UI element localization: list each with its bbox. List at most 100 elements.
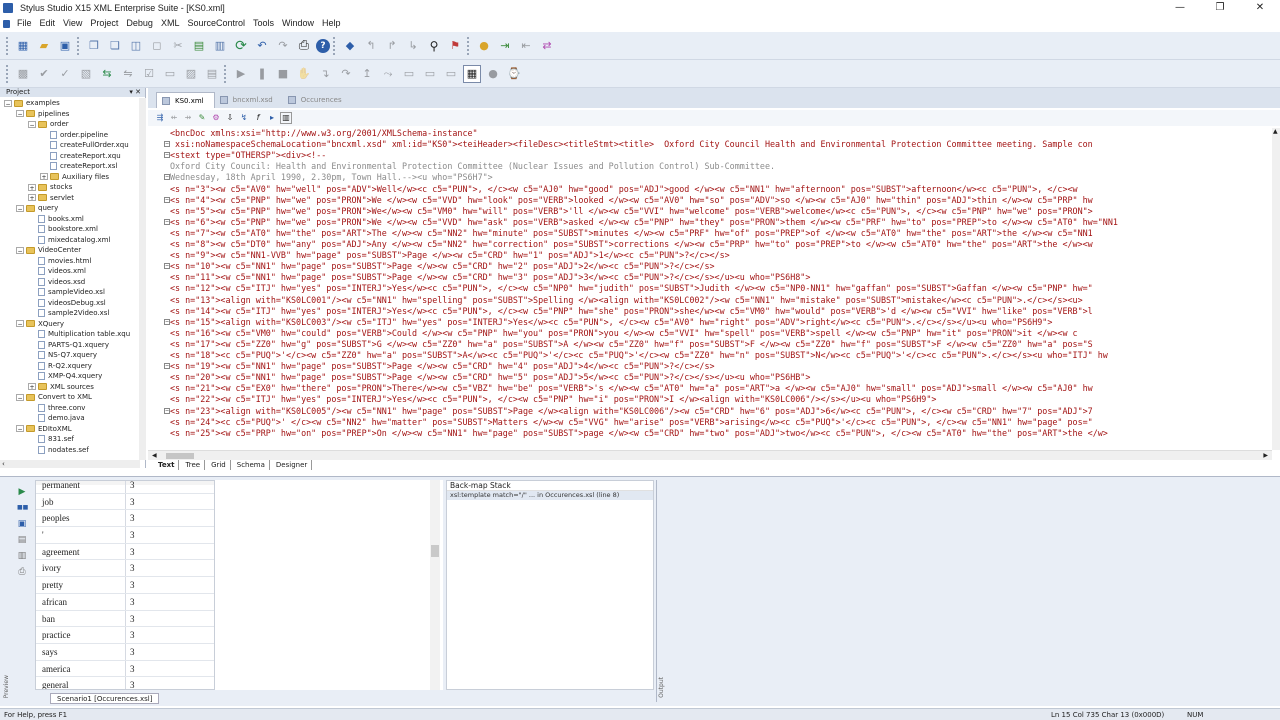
expander-icon[interactable]: − (16, 110, 24, 118)
table-row[interactable]: permanent 3 (36, 481, 214, 494)
code-line[interactable]: xsi:noNamespaceSchemaLocation="bncxml.xs… (170, 139, 1093, 150)
scroll-up-icon[interactable]: ▲ (1273, 128, 1278, 136)
tab-occurences[interactable]: Occurences (283, 92, 352, 108)
comment-xml-icon[interactable]: ⇸ (182, 112, 194, 124)
table-row[interactable]: pretty 3 (36, 577, 214, 594)
code-line[interactable]: <s n="17"><w c5="ZZ0" hw="g" pos="SUBST"… (170, 339, 1093, 350)
menu-sourcecontrol[interactable]: SourceControl (183, 16, 249, 31)
print-icon[interactable]: ⎙ (295, 37, 313, 55)
code-line[interactable]: <s n="19"><w c5="NN1" hw="page" pos="SUB… (170, 361, 715, 372)
tab-bncxml-xsd[interactable]: bncxml.xsd (215, 92, 283, 108)
code-line[interactable]: <s n="13"><align with="KS0LC001"/><w c5=… (170, 295, 1083, 306)
table-row[interactable]: ' 3 (36, 527, 214, 544)
scenario-icon[interactable]: ▣ (17, 519, 27, 529)
settings-icon[interactable]: ▤ (17, 535, 27, 545)
expander-icon[interactable]: − (28, 120, 36, 129)
code-line[interactable]: <s n="15"><align with="KS0LC003"/><w c5=… (170, 317, 1052, 328)
code-view[interactable]: − − − − − − − − − <bncDoc xmlns:xsi="http://www.… (148, 128, 1272, 450)
paste-icon[interactable]: ❏ (106, 37, 124, 55)
toolbar-grip[interactable] (6, 36, 10, 55)
expander-icon[interactable]: − (16, 393, 24, 402)
save-icon[interactable]: ▣ (56, 37, 74, 55)
debug-run-to-icon[interactable]: ⤳ (379, 65, 397, 83)
tree-item[interactable]: + Auxiliary files (0, 172, 140, 183)
export-icon[interactable]: ▤ (190, 37, 208, 55)
refresh-icon[interactable]: ⟳ (232, 37, 250, 55)
open-icon[interactable]: ▰ (35, 37, 53, 55)
tree-item[interactable]: books.xml (0, 214, 140, 225)
table-row[interactable]: says 3 (36, 643, 214, 661)
code-line[interactable]: <s n="7"><w c5="AT0" hw="the" pos="ART">… (170, 228, 1093, 239)
menu-file[interactable]: File (13, 16, 36, 31)
tree-item[interactable]: 831.sef (0, 434, 140, 445)
expander-icon[interactable]: − (16, 320, 24, 328)
maximize-button[interactable]: ❐ (1200, 0, 1240, 16)
clipboard-icon[interactable]: ▥ (211, 37, 229, 55)
debug-step-over-icon[interactable]: ↷ (337, 65, 355, 83)
code-line[interactable]: <s n="21"><w c5="EX0" hw="there" pos="PR… (170, 383, 1093, 394)
tree-item[interactable]: − EDItoXML (0, 424, 140, 435)
outdent-xml-icon[interactable]: ⇷ (168, 112, 180, 124)
tree-item[interactable]: three.conv (0, 403, 140, 414)
editor-vscrollbar[interactable]: ▲ (1272, 128, 1280, 450)
project-hscrollbar[interactable]: ‹ (0, 460, 140, 468)
code-line[interactable]: <s n="3"><w c5="AV0" hw="well" pos="ADV"… (170, 184, 1078, 195)
undo-icon[interactable]: ↶ (253, 37, 271, 55)
debug-step-out-icon[interactable]: ↥ (358, 65, 376, 83)
tag-icon[interactable]: ⇄ (538, 37, 556, 55)
find-icon[interactable]: ⚲ (425, 37, 443, 55)
code-line[interactable]: <s n="24"><c c5="PUQ">' </c><w c5="NN2" … (170, 417, 1093, 428)
code-line[interactable]: Oxford City Council: Health and Environm… (170, 161, 775, 172)
indent-icon[interactable]: ⇥ (496, 37, 514, 55)
go-to-icon[interactable]: ↯ (238, 112, 250, 124)
view-tab-designer[interactable]: Designer (272, 460, 313, 470)
table-row[interactable]: america 3 (36, 660, 214, 678)
format-icon[interactable]: ▸ (266, 112, 278, 124)
nav-back-icon[interactable]: ↰ (362, 37, 380, 55)
xml-check-icon[interactable]: ☑ (140, 65, 158, 83)
copy-icon[interactable]: ❐ (85, 37, 103, 55)
table-row[interactable]: job 3 (36, 493, 214, 511)
table-row[interactable]: african 3 (36, 593, 214, 611)
tree-item[interactable]: sampleVideo.xsl (0, 287, 140, 298)
function-icon[interactable]: f (252, 112, 264, 124)
table-row[interactable]: ban 3 (36, 610, 214, 628)
help-icon[interactable]: ? (316, 38, 330, 53)
xml-new-icon[interactable]: ▩ (14, 65, 32, 83)
breakpoint-icon[interactable]: ● (484, 65, 502, 83)
tree-item[interactable]: NS-Q7.xquery (0, 350, 140, 361)
editor-hscroll-thumb[interactable] (166, 453, 194, 459)
code-line[interactable]: <s n="11"><w c5="NN1" hw="page" pos="SUB… (170, 272, 810, 283)
tree-item[interactable]: movies.html (0, 256, 140, 267)
watch-icon[interactable]: ▭ (400, 65, 418, 83)
table-row[interactable]: ivory 3 (36, 560, 214, 578)
lock-icon[interactable]: ⎙ (17, 567, 27, 577)
tree-item[interactable]: + XML sources (0, 382, 140, 393)
menu-project[interactable]: Project (86, 16, 122, 31)
tree-item[interactable]: − pipelines (0, 109, 140, 120)
view-tab-grid[interactable]: Grid (207, 460, 231, 470)
tree-item[interactable]: R-Q2.xquery (0, 361, 140, 372)
preview-scroll-thumb[interactable] (431, 545, 439, 557)
tree-item[interactable]: videosDebug.xsl (0, 298, 140, 309)
expander-icon[interactable]: + (28, 383, 36, 391)
tree-item[interactable]: nodates.sef (0, 445, 140, 456)
bookmark-icon[interactable]: ◆ (341, 37, 359, 55)
xml-pretty-icon[interactable]: ▨ (182, 65, 200, 83)
code-line[interactable]: <s n="16"><w c5="VM0" hw="could" pos="VE… (170, 328, 1078, 339)
window-icon[interactable]: ◫ (127, 37, 145, 55)
close-doc-icon[interactable]: ◻ (148, 37, 166, 55)
cut-icon[interactable]: ✂ (169, 37, 187, 55)
variables-icon[interactable]: ▭ (421, 65, 439, 83)
code-line[interactable]: <bncDoc xmlns:xsi="http://www.w3.org/200… (170, 128, 478, 139)
tree-item[interactable]: − XQuery (0, 319, 140, 330)
tree-item[interactable]: − order (0, 119, 140, 130)
tree-item[interactable]: + stocks (0, 182, 140, 193)
expander-icon[interactable]: + (28, 194, 36, 202)
code-line[interactable]: <s n="9"><w c5="NN1-VVB" hw="page" pos="… (170, 250, 730, 261)
expander-icon[interactable]: − (16, 204, 24, 213)
xml-transform-icon[interactable]: ⇆ (98, 65, 116, 83)
code-line[interactable]: <stext type="OTHERSP"><div><!-- (170, 150, 326, 161)
code-line[interactable]: <s n="4"><w c5="PNP" hw="we" pos="PRON">… (170, 195, 1093, 206)
tree-item[interactable]: − examples (0, 98, 140, 109)
